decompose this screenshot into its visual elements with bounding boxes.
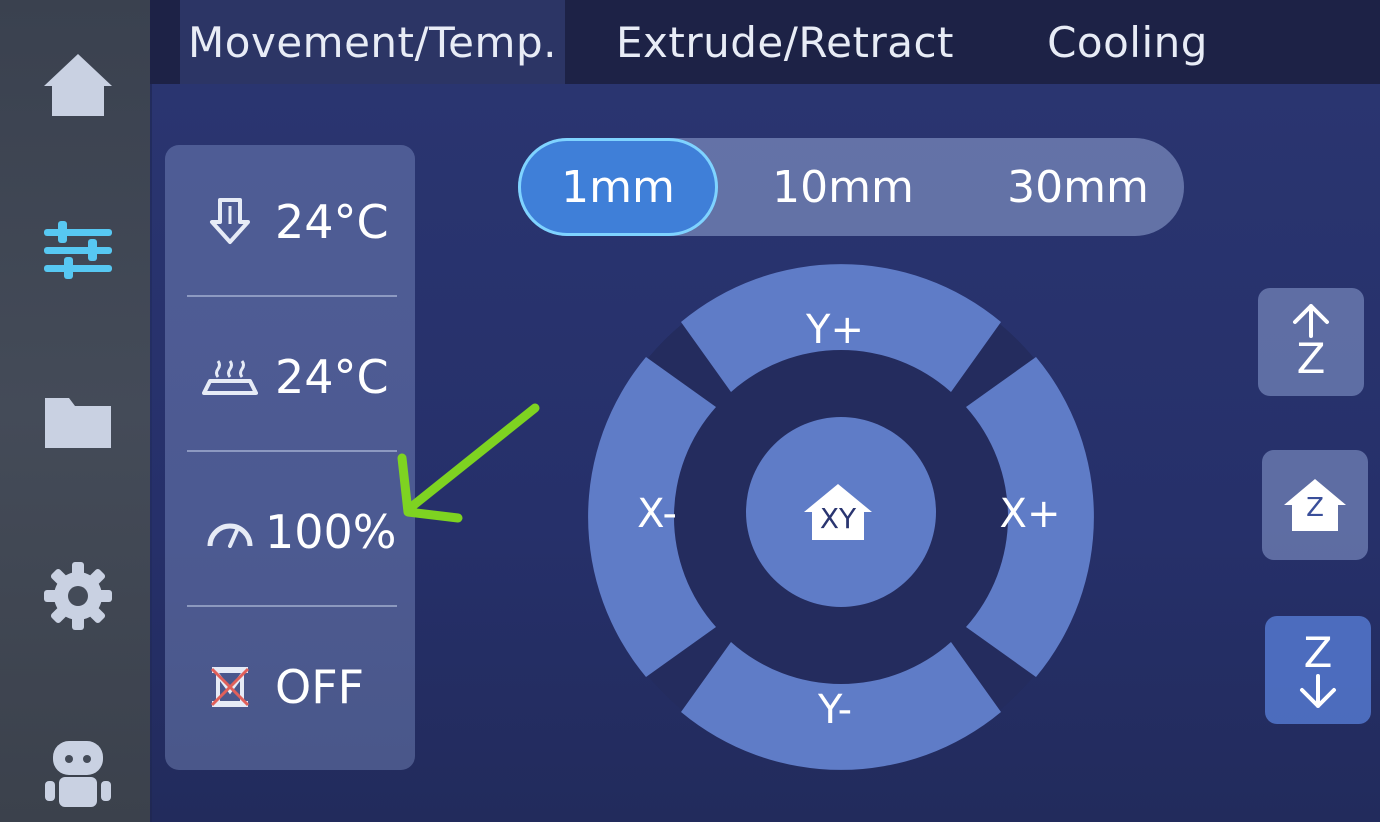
x-plus-label: X+ xyxy=(999,491,1061,537)
heated-bed-icon xyxy=(202,360,258,395)
motor-off-icon xyxy=(210,667,250,707)
x-minus-label: X- xyxy=(637,491,677,537)
home-icon xyxy=(44,54,112,116)
step-size-selector: 1mm 10mm 30mm xyxy=(518,138,1184,236)
sidebar-item-home[interactable] xyxy=(28,35,128,135)
speedometer-icon xyxy=(207,523,253,548)
printer-screen: Movement/Temp. Extrude/Retract Cooling 2… xyxy=(0,0,1380,822)
z-down-button[interactable]: Z xyxy=(1265,616,1371,724)
divider xyxy=(187,450,397,452)
nozzle-icon xyxy=(210,198,250,244)
divider xyxy=(187,295,397,297)
arrow-up-icon xyxy=(1293,304,1329,338)
y-plus-label: Y+ xyxy=(806,307,864,353)
home-xy-button[interactable]: XY xyxy=(798,482,878,542)
bed-temp-row[interactable]: 24°C xyxy=(165,300,415,454)
sidebar-item-settings[interactable] xyxy=(28,546,128,646)
step-10mm-button[interactable]: 10mm xyxy=(738,138,948,236)
arrow-down-icon xyxy=(1300,674,1336,708)
speed-row[interactable]: 100% xyxy=(165,455,415,609)
y-minus-label: Y- xyxy=(817,687,853,733)
bed-temp-value: 24°C xyxy=(275,350,389,404)
sidebar xyxy=(0,0,150,822)
motors-row[interactable]: OFF xyxy=(165,610,415,764)
gear-icon xyxy=(44,562,112,630)
nozzle-temp-row[interactable]: 24°C xyxy=(165,145,415,299)
sidebar-item-assistant[interactable] xyxy=(28,722,128,822)
home-xy-label: XY xyxy=(819,502,857,535)
motors-value: OFF xyxy=(275,660,365,714)
tab-cooling[interactable]: Cooling xyxy=(1020,0,1235,84)
robot-icon xyxy=(45,741,111,807)
z-home-button[interactable]: Z xyxy=(1262,450,1368,560)
annotation-arrow xyxy=(397,403,540,523)
z-up-label: Z xyxy=(1296,334,1326,383)
step-30mm-button[interactable]: 30mm xyxy=(978,138,1178,236)
nozzle-temp-value: 24°C xyxy=(275,195,389,249)
sliders-icon xyxy=(44,221,112,279)
divider xyxy=(187,605,397,607)
z-home-label: Z xyxy=(1306,493,1324,523)
speed-value: 100% xyxy=(265,505,397,559)
tab-movement-temp[interactable]: Movement/Temp. xyxy=(180,0,565,84)
sidebar-item-controls[interactable] xyxy=(28,200,128,300)
z-up-button[interactable]: Z xyxy=(1258,288,1364,396)
sidebar-item-files[interactable] xyxy=(28,372,128,472)
z-down-label: Z xyxy=(1303,628,1333,677)
tab-extrude-retract[interactable]: Extrude/Retract xyxy=(600,0,970,84)
step-1mm-button[interactable]: 1mm xyxy=(518,138,718,236)
status-panel: 24°C 24°C 100% OFF xyxy=(165,145,415,770)
folder-icon xyxy=(45,398,111,448)
